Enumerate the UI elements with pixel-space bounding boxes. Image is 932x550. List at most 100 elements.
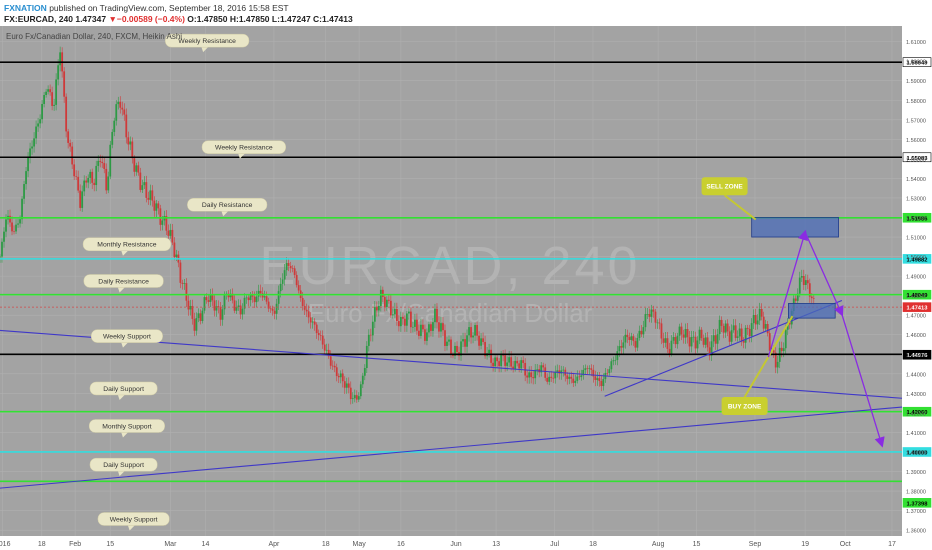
candle-body (648, 314, 651, 317)
candle-body (480, 338, 482, 346)
candle-body (253, 296, 256, 303)
candle-body (147, 197, 150, 200)
candle-body (221, 309, 224, 320)
time-tick-label: May (353, 541, 367, 548)
candle-body (271, 308, 274, 311)
price-tick-label: 1.40000 (906, 450, 926, 456)
candle-body (313, 321, 316, 325)
callout-text: Weekly Resistance (178, 38, 236, 45)
candle-body (492, 362, 494, 367)
candle-body (35, 126, 37, 139)
price-tick-label: 1.60000 (906, 60, 926, 66)
series-legend: Euro Fx/Canadian Dollar, 240, FXCM, Heik… (6, 32, 182, 41)
candle-body (542, 365, 545, 368)
candle-body (201, 310, 204, 321)
candle-body (686, 329, 689, 338)
time-tick-label: Jul (550, 541, 559, 548)
time-tick-label: Oct (840, 541, 851, 548)
candle-body (618, 346, 621, 352)
candle-body (568, 376, 571, 379)
candle-body (397, 321, 400, 327)
brand-name[interactable]: FXNATION (4, 3, 47, 13)
candle-body (616, 351, 619, 360)
candle-body (135, 165, 138, 172)
price-tick-label: 1.41000 (906, 431, 926, 437)
candle-body (353, 395, 356, 399)
candle-body (446, 341, 448, 346)
candle-body (343, 381, 346, 388)
callout-text: Daily Support (103, 386, 144, 393)
candle-body (37, 123, 39, 127)
time-axis-background (0, 536, 932, 550)
candle-body (169, 229, 172, 236)
candle-body (510, 357, 513, 367)
price-chart[interactable]: EURCAD, 240 Euro Fx/Canadian Dollar 1.59… (0, 26, 932, 550)
candle-body (311, 321, 314, 323)
candle-body (684, 329, 687, 338)
candle-body (752, 315, 755, 324)
candle-body (574, 380, 577, 383)
candle-body (736, 336, 739, 338)
candle-body (606, 372, 609, 374)
candle-body (403, 318, 406, 326)
candle-body (690, 337, 693, 347)
candle-body (315, 324, 318, 333)
candle-body (369, 334, 372, 336)
candle-body (440, 323, 442, 332)
candle-body (692, 336, 695, 338)
candle-body (524, 362, 527, 376)
candle-body (55, 79, 58, 105)
symbol-line: FX:EURCAD, 240 1.47347 ▼−0.00589 (−0.4%)… (4, 14, 353, 24)
candle-body (185, 283, 188, 301)
candle-body (456, 345, 458, 353)
watermark-name: Euro Fx/Canadian Dollar (308, 298, 593, 328)
callout-text: Monthly Support (102, 423, 152, 430)
candle-body (670, 340, 673, 355)
callout-text: Weekly Support (110, 516, 158, 523)
candle-body (702, 338, 705, 345)
candle-body (219, 307, 222, 320)
candle-body (171, 229, 174, 243)
candle-body (654, 311, 657, 323)
candle-body (740, 328, 743, 341)
time-tick-label: Apr (268, 541, 280, 548)
candle-body (746, 327, 749, 329)
candle-body (387, 299, 390, 301)
price-badge-label: 1.37398 (907, 501, 929, 507)
candle-body (722, 325, 725, 333)
candle-body (506, 362, 509, 366)
candle-body (103, 163, 106, 169)
candle-body (265, 296, 268, 302)
candle-body (107, 176, 110, 191)
ohlc-low: L:1.47247 (271, 14, 311, 24)
candle-body (764, 324, 767, 329)
candle-body (321, 335, 324, 345)
candle-body (414, 319, 416, 327)
candle-body (23, 184, 25, 199)
price-tick-label: 1.37000 (906, 509, 926, 515)
candle-body (301, 297, 304, 306)
candle-body (468, 327, 470, 336)
candle-body (381, 289, 384, 297)
candle-body (339, 373, 342, 378)
candle-body (766, 324, 769, 334)
candle-body (490, 349, 492, 363)
candle-body (494, 357, 496, 367)
candle-body (45, 91, 48, 96)
candle-body (422, 324, 424, 330)
candle-body (776, 361, 779, 368)
candle-body (247, 297, 250, 301)
candle-body (470, 327, 472, 338)
symbol-label[interactable]: FX:EURCAD, 240 (4, 14, 73, 24)
candle-body (552, 377, 555, 379)
candle-body (53, 104, 56, 106)
price-tick-label: 1.36000 (906, 529, 926, 535)
candle-body (782, 348, 785, 352)
candle-body (644, 314, 647, 328)
candle-body (305, 309, 308, 312)
candle-body (416, 319, 418, 331)
candle-body (406, 313, 408, 326)
candle-body (748, 328, 751, 337)
candle-body (157, 203, 160, 209)
candle-body (105, 168, 108, 191)
